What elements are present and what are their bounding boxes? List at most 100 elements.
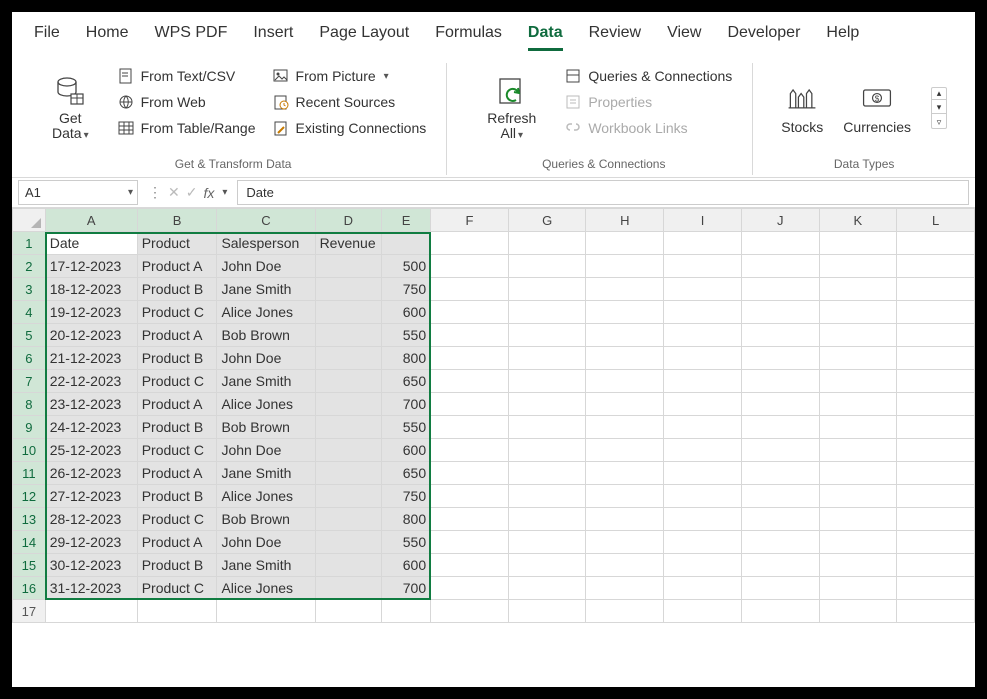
col-header-C[interactable]: C xyxy=(217,209,315,232)
cell-F16[interactable] xyxy=(431,577,509,600)
cell-G13[interactable] xyxy=(508,508,586,531)
cell-F7[interactable] xyxy=(431,370,509,393)
cell-L5[interactable] xyxy=(897,324,975,347)
cell-F13[interactable] xyxy=(431,508,509,531)
tab-help[interactable]: Help xyxy=(826,24,859,51)
cell-H14[interactable] xyxy=(586,531,664,554)
cell-H9[interactable] xyxy=(586,416,664,439)
tab-file[interactable]: File xyxy=(34,24,60,51)
cell-K15[interactable] xyxy=(819,554,897,577)
cell-B10[interactable]: Product C xyxy=(137,439,217,462)
row-header-12[interactable]: 12 xyxy=(13,485,46,508)
cell-K5[interactable] xyxy=(819,324,897,347)
cell-J8[interactable] xyxy=(741,393,819,416)
cell-E4[interactable]: 600 xyxy=(382,301,431,324)
cell-J1[interactable] xyxy=(741,232,819,255)
cell-I15[interactable] xyxy=(664,554,742,577)
cell-G7[interactable] xyxy=(508,370,586,393)
col-header-B[interactable]: B xyxy=(137,209,217,232)
cell-D10[interactable] xyxy=(315,439,381,462)
cell-E6[interactable]: 800 xyxy=(382,347,431,370)
cell-G16[interactable] xyxy=(508,577,586,600)
cell-E11[interactable]: 650 xyxy=(382,462,431,485)
cell-B1[interactable]: Product xyxy=(137,232,217,255)
tab-wps-pdf[interactable]: WPS PDF xyxy=(154,24,227,51)
scroll-down-button[interactable]: ▾ xyxy=(932,102,946,114)
cell-C11[interactable]: Jane Smith xyxy=(217,462,315,485)
cell-B12[interactable]: Product B xyxy=(137,485,217,508)
cell-G10[interactable] xyxy=(508,439,586,462)
cell-A15[interactable]: 30-12-2023 xyxy=(45,554,137,577)
cell-G17[interactable] xyxy=(508,600,586,623)
tab-view[interactable]: View xyxy=(667,24,701,51)
cell-G11[interactable] xyxy=(508,462,586,485)
cell-L9[interactable] xyxy=(897,416,975,439)
cell-C16[interactable]: Alice Jones xyxy=(217,577,315,600)
cell-I1[interactable] xyxy=(664,232,742,255)
cell-H6[interactable] xyxy=(586,347,664,370)
from-table-range-button[interactable]: From Table/Range xyxy=(115,117,258,139)
currencies-button[interactable]: $ Currencies xyxy=(843,81,911,135)
row-header-7[interactable]: 7 xyxy=(13,370,46,393)
col-header-F[interactable]: F xyxy=(431,209,509,232)
cell-J6[interactable] xyxy=(741,347,819,370)
cell-K16[interactable] xyxy=(819,577,897,600)
cell-D2[interactable] xyxy=(315,255,381,278)
cell-J10[interactable] xyxy=(741,439,819,462)
cell-C13[interactable]: Bob Brown xyxy=(217,508,315,531)
row-header-13[interactable]: 13 xyxy=(13,508,46,531)
row-header-10[interactable]: 10 xyxy=(13,439,46,462)
cell-A16[interactable]: 31-12-2023 xyxy=(45,577,137,600)
tab-insert[interactable]: Insert xyxy=(253,24,293,51)
cell-D13[interactable] xyxy=(315,508,381,531)
cell-I3[interactable] xyxy=(664,278,742,301)
cell-J12[interactable] xyxy=(741,485,819,508)
cell-B4[interactable]: Product C xyxy=(137,301,217,324)
cell-C17[interactable] xyxy=(217,600,315,623)
row-header-16[interactable]: 16 xyxy=(13,577,46,600)
cell-E16[interactable]: 700 xyxy=(382,577,431,600)
cell-A4[interactable]: 19-12-2023 xyxy=(45,301,137,324)
cell-E14[interactable]: 550 xyxy=(382,531,431,554)
row-header-3[interactable]: 3 xyxy=(13,278,46,301)
row-header-11[interactable]: 11 xyxy=(13,462,46,485)
cell-K8[interactable] xyxy=(819,393,897,416)
cell-L17[interactable] xyxy=(897,600,975,623)
cell-D12[interactable] xyxy=(315,485,381,508)
tab-review[interactable]: Review xyxy=(589,24,641,51)
row-header-4[interactable]: 4 xyxy=(13,301,46,324)
cell-I8[interactable] xyxy=(664,393,742,416)
cell-D6[interactable] xyxy=(315,347,381,370)
from-picture-button[interactable]: From Picture▾ xyxy=(270,65,429,87)
cell-B6[interactable]: Product B xyxy=(137,347,217,370)
tab-page-layout[interactable]: Page Layout xyxy=(319,24,409,51)
cell-F8[interactable] xyxy=(431,393,509,416)
from-web-button[interactable]: From Web xyxy=(115,91,258,113)
cell-I5[interactable] xyxy=(664,324,742,347)
select-all-corner[interactable] xyxy=(13,209,46,232)
cell-I17[interactable] xyxy=(664,600,742,623)
cell-F14[interactable] xyxy=(431,531,509,554)
cell-G15[interactable] xyxy=(508,554,586,577)
cell-F17[interactable] xyxy=(431,600,509,623)
from-text-csv-button[interactable]: From Text/CSV xyxy=(115,65,258,87)
col-header-H[interactable]: H xyxy=(586,209,664,232)
cell-E3[interactable]: 750 xyxy=(382,278,431,301)
enter-icon[interactable]: ✓ xyxy=(186,184,198,201)
cell-I7[interactable] xyxy=(664,370,742,393)
cell-C15[interactable]: Jane Smith xyxy=(217,554,315,577)
cell-G5[interactable] xyxy=(508,324,586,347)
cell-A11[interactable]: 26-12-2023 xyxy=(45,462,137,485)
col-header-L[interactable]: L xyxy=(897,209,975,232)
cell-J14[interactable] xyxy=(741,531,819,554)
cell-C4[interactable]: Alice Jones xyxy=(217,301,315,324)
cell-K13[interactable] xyxy=(819,508,897,531)
cell-K6[interactable] xyxy=(819,347,897,370)
cell-L6[interactable] xyxy=(897,347,975,370)
cell-L12[interactable] xyxy=(897,485,975,508)
cell-G3[interactable] xyxy=(508,278,586,301)
cell-J5[interactable] xyxy=(741,324,819,347)
col-header-E[interactable]: E xyxy=(382,209,431,232)
cell-I13[interactable] xyxy=(664,508,742,531)
cell-H8[interactable] xyxy=(586,393,664,416)
